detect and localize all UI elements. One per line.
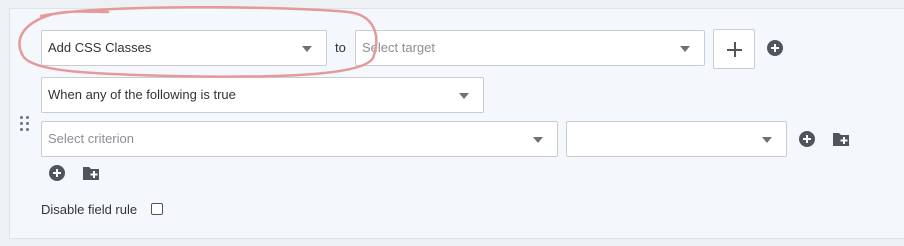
add-target-button[interactable] (713, 29, 755, 69)
connector-label: to (335, 40, 346, 55)
value-select[interactable] (566, 121, 787, 157)
chevron-down-icon (459, 93, 469, 99)
chevron-down-icon (762, 137, 772, 143)
action-select-value: Add CSS Classes (48, 40, 152, 55)
chevron-down-icon (302, 46, 312, 52)
disable-rule-checkbox[interactable] (151, 203, 163, 215)
chevron-down-icon (533, 137, 543, 143)
add-group-folder-icon[interactable] (832, 131, 850, 147)
logic-select-value: When any of the following is true (48, 87, 236, 102)
add-group-folder-icon[interactable] (82, 165, 100, 181)
add-condition-icon[interactable] (799, 131, 815, 147)
drag-handle-icon[interactable] (20, 116, 30, 132)
chevron-down-icon (680, 46, 690, 52)
criterion-select[interactable]: Select criterion (41, 121, 558, 157)
logic-select[interactable]: When any of the following is true (41, 77, 484, 113)
disable-rule-label: Disable field rule (41, 202, 138, 217)
criterion-select-placeholder: Select criterion (48, 131, 134, 146)
action-select[interactable]: Add CSS Classes (41, 30, 327, 66)
target-select[interactable]: Select target (355, 30, 705, 66)
add-rule-icon[interactable] (767, 40, 783, 56)
target-select-placeholder: Select target (362, 40, 435, 55)
add-condition-icon[interactable] (49, 165, 65, 181)
